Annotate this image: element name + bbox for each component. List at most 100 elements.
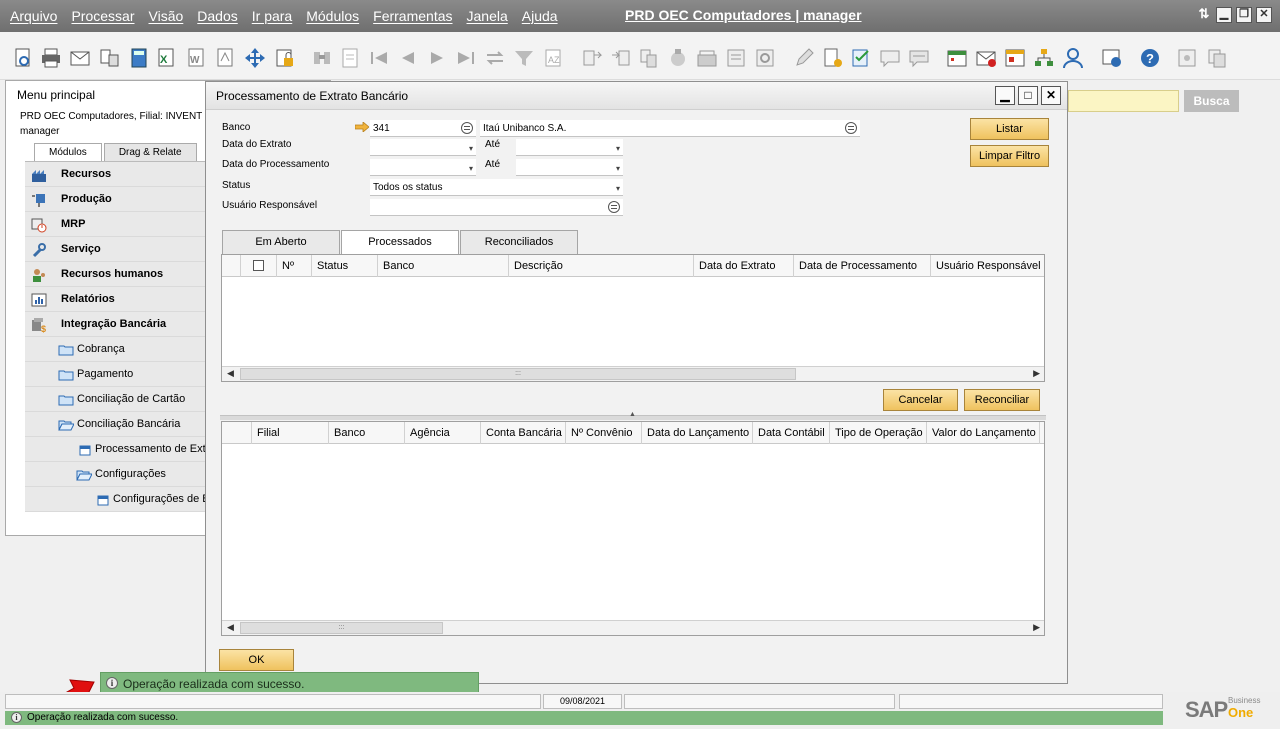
menu-item-processamento-extrato[interactable]: Processamento de Extrato Bancário [25, 437, 206, 462]
dropdown-icon[interactable]: ▾ [469, 160, 473, 177]
horizontal-scrollbar[interactable]: ◀ ::: ▶ [222, 366, 1044, 381]
splitter-handle-icon[interactable]: ▲ [629, 411, 636, 418]
menu-item-configuracoes[interactable]: Configurações [25, 462, 206, 487]
menu-processar[interactable]: Processar [71, 8, 134, 24]
scroll-left-icon[interactable]: ◀ [227, 622, 234, 633]
message-icon[interactable] [879, 47, 901, 69]
col-numero-convenio[interactable]: Nº Convênio [566, 422, 642, 444]
previous-record-icon[interactable] [397, 47, 419, 69]
doc-group-icon[interactable] [638, 47, 660, 69]
menu-item-cobranca[interactable]: Cobrança [25, 337, 206, 362]
module-recursos-humanos[interactable]: Recursos humanos [25, 262, 206, 287]
list-icon[interactable] [461, 122, 473, 134]
last-record-icon[interactable] [455, 47, 477, 69]
reconciliar-button[interactable]: Reconciliar [964, 389, 1040, 411]
lock-icon[interactable] [274, 47, 296, 69]
transaction-journal-icon[interactable] [725, 47, 747, 69]
menu-ajuda[interactable]: Ajuda [522, 8, 558, 24]
col-banco[interactable]: Banco [378, 255, 509, 277]
scroll-thumb[interactable]: ::: [240, 368, 796, 380]
cancelar-button[interactable]: Cancelar [883, 389, 958, 411]
splitter[interactable]: ▲ [220, 411, 1046, 420]
dialog-titlebar[interactable]: Processamento de Extrato Bancário ▁ □ ✕ [206, 82, 1067, 110]
col-data-lancamento[interactable]: Data do Lançamento [642, 422, 753, 444]
restore-icon[interactable]: ❐ [1236, 7, 1252, 23]
tab-modulos[interactable]: Módulos [34, 143, 102, 161]
tab-em-aberto[interactable]: Em Aberto [222, 230, 340, 254]
processing-date-from[interactable]: ▾ [370, 159, 476, 176]
processing-date-to[interactable]: ▾ [516, 159, 623, 176]
menu-modulos[interactable]: Módulos [306, 8, 359, 24]
statement-date-from[interactable]: ▾ [370, 139, 476, 156]
module-servico[interactable]: Serviço [25, 237, 206, 262]
volume-weight-icon[interactable] [696, 47, 718, 69]
col-data-contabil[interactable]: Data Contábil [753, 422, 830, 444]
next-record-icon[interactable] [426, 47, 448, 69]
menu-item-pagamento[interactable]: Pagamento [25, 362, 206, 387]
col-data-processamento[interactable]: Data de Processamento [794, 255, 931, 277]
col-valor-lancamento[interactable]: Valor do Lançamento [927, 422, 1040, 444]
dropdown-icon[interactable]: ▾ [616, 140, 620, 157]
col-agencia[interactable]: Agência [405, 422, 481, 444]
dialog-minimize-icon[interactable]: ▁ [995, 86, 1015, 105]
export-icon[interactable] [98, 47, 120, 69]
col-usuario-responsavel[interactable]: Usuário Responsável [931, 255, 1044, 277]
col-tipo-operacao[interactable]: Tipo de Operação [830, 422, 927, 444]
new-doc-icon[interactable] [822, 47, 844, 69]
statement-date-to[interactable]: ▾ [516, 139, 623, 156]
message-reply-icon[interactable] [908, 47, 930, 69]
menu-visao[interactable]: Visão [149, 8, 184, 24]
minimize-icon[interactable]: ▁ [1216, 7, 1232, 23]
close-icon[interactable]: ✕ [1256, 7, 1272, 23]
calculator-icon[interactable] [128, 47, 150, 69]
edit-icon[interactable] [793, 47, 815, 69]
settings-icon[interactable] [754, 47, 776, 69]
browser-icon[interactable] [1101, 47, 1123, 69]
module-recursos[interactable]: Recursos [25, 162, 206, 187]
config-icon[interactable] [1176, 47, 1198, 69]
col-filial[interactable]: Filial [252, 422, 329, 444]
menu-item-conciliacao-bancaria[interactable]: Conciliação Bancária [25, 412, 206, 437]
col-descricao[interactable]: Descrição [509, 255, 694, 277]
report-icon[interactable] [1004, 47, 1026, 69]
limpar-filtro-button[interactable]: Limpar Filtro [970, 145, 1049, 167]
refresh-icon[interactable] [484, 47, 506, 69]
col-banco-2[interactable]: Banco [329, 422, 405, 444]
menu-item-conciliacao-cartao[interactable]: Conciliação de Cartão [25, 387, 206, 412]
menu-ir-para[interactable]: Ir para [252, 8, 292, 24]
module-integracao-bancaria[interactable]: $ Integração Bancária [25, 312, 206, 337]
bank-code-field[interactable]: 341 [370, 120, 476, 137]
horizontal-scrollbar-2[interactable]: ◀ ::: ▶ [222, 620, 1044, 635]
scroll-left-icon[interactable]: ◀ [227, 368, 234, 379]
col-data-extrato[interactable]: Data do Extrato [694, 255, 794, 277]
menu-janela[interactable]: Janela [467, 8, 508, 24]
sort-arrows-icon[interactable]: ⇅ [1196, 7, 1212, 23]
module-mrp[interactable]: MRP [25, 212, 206, 237]
move-icon[interactable] [244, 47, 266, 69]
dropdown-icon[interactable]: ▾ [616, 180, 620, 197]
word-icon[interactable]: W [185, 47, 207, 69]
calendar-icon[interactable] [946, 47, 968, 69]
help-icon[interactable]: ? [1139, 47, 1161, 69]
tab-processados[interactable]: Processados [341, 230, 459, 255]
scroll-right-icon[interactable]: ▶ [1033, 622, 1040, 633]
pdf-icon[interactable] [214, 47, 236, 69]
listar-button[interactable]: Listar [970, 118, 1049, 140]
email-icon[interactable] [69, 47, 91, 69]
gross-profit-icon[interactable] [667, 47, 689, 69]
col-conta-bancaria[interactable]: Conta Bancária [481, 422, 566, 444]
select-all-checkbox[interactable] [253, 260, 264, 271]
target-document-icon[interactable] [610, 47, 632, 69]
scroll-right-icon[interactable]: ▶ [1033, 368, 1040, 379]
sort-icon[interactable]: AZ [542, 47, 564, 69]
find-icon[interactable] [311, 47, 333, 69]
dropdown-icon[interactable]: ▾ [469, 140, 473, 157]
bank-name-field[interactable]: Itaú Unibanco S.A. [480, 120, 860, 137]
user-field[interactable] [370, 199, 623, 216]
inbox-icon[interactable] [975, 47, 997, 69]
link-arrow-icon[interactable] [355, 122, 369, 132]
search-button[interactable]: Busca [1184, 90, 1239, 112]
copy-icon[interactable] [1206, 47, 1228, 69]
search-input[interactable] [1068, 90, 1179, 112]
user-icon[interactable] [1062, 47, 1084, 69]
